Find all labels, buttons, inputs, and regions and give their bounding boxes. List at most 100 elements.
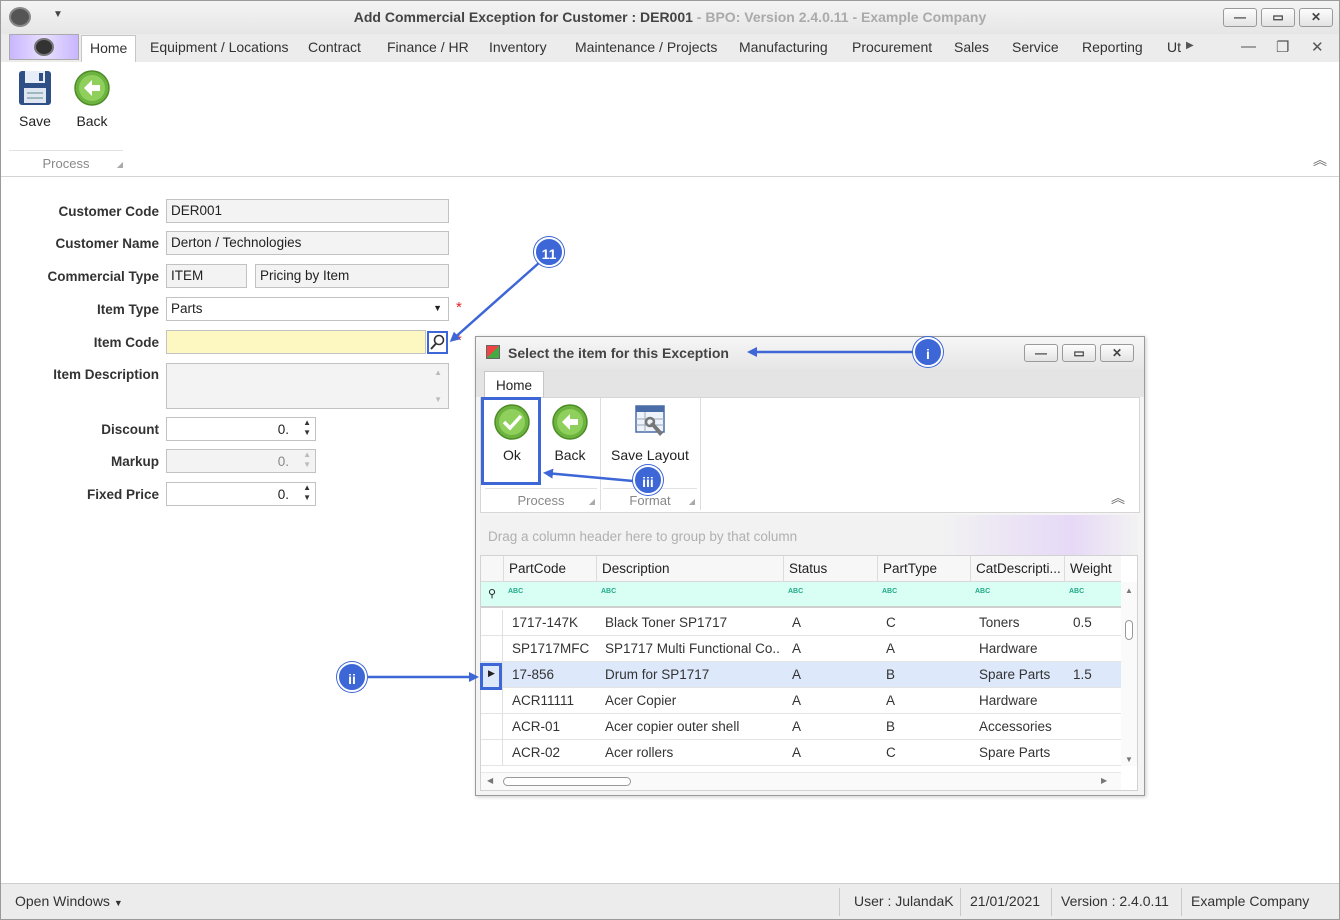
column-header-parttype[interactable]: PartType <box>877 556 971 582</box>
table-row-selected[interactable]: ▶ 17-856 Drum for SP1717 A B Spare Parts… <box>481 662 1121 688</box>
mdi-close-icon[interactable]: ✕ <box>1311 38 1324 56</box>
group-expander-icon[interactable]: ◢ <box>589 497 595 506</box>
status-version: Version : 2.4.0.11 <box>1061 893 1169 909</box>
tab-maintenance-projects[interactable]: Maintenance / Projects <box>575 39 717 55</box>
cell-catdescription: Accessories <box>979 719 1052 734</box>
group-expander-icon[interactable]: ◢ <box>117 160 123 169</box>
dialog-tab-home[interactable]: Home <box>484 371 545 398</box>
scroll-down-icon[interactable]: ▼ <box>1125 755 1133 764</box>
discount-label: Discount <box>101 422 159 437</box>
row-indicator[interactable] <box>481 636 503 662</box>
customer-name-field[interactable]: Derton / Technologies <box>166 231 449 255</box>
save-layout-button[interactable]: Save Layout <box>611 404 689 463</box>
item-type-label: Item Type <box>96 302 159 317</box>
discount-spinner[interactable]: 0. ▲ ▼ <box>166 417 316 441</box>
tab-sales[interactable]: Sales <box>954 39 989 55</box>
scroll-down-icon[interactable]: ▼ <box>434 395 442 404</box>
tab-inventory[interactable]: Inventory <box>489 39 547 55</box>
collapse-ribbon-icon[interactable]: ︽ <box>1313 150 1327 170</box>
cell-description: SP1717 Multi Functional Co... <box>605 641 780 656</box>
open-windows-button[interactable]: Open Windows ▼ <box>15 893 123 909</box>
spinner-arrows-icon[interactable]: ▲ ▼ <box>303 450 311 470</box>
close-button[interactable]: ✕ <box>1299 8 1333 27</box>
tab-service[interactable]: Service <box>1012 39 1059 55</box>
chevron-down-icon[interactable]: ▼ <box>433 303 442 313</box>
tab-utilities[interactable]: Ut <box>1167 39 1181 55</box>
dialog-maximize-button[interactable]: ▭ <box>1062 344 1096 362</box>
maximize-button[interactable]: ▭ <box>1261 8 1295 27</box>
scroll-left-icon[interactable]: ◀ <box>487 776 493 785</box>
tab-equipment-locations[interactable]: Equipment / Locations <box>150 39 289 55</box>
commercial-type-code-field[interactable]: ITEM <box>166 264 247 288</box>
filter-text-icon[interactable]: ABC <box>882 588 897 595</box>
cell-partcode: 1717-147K <box>512 615 579 630</box>
tab-contract[interactable]: Contract <box>308 39 361 55</box>
filter-text-icon[interactable]: ABC <box>1069 588 1084 595</box>
cell-description: Acer copier outer shell <box>605 719 740 734</box>
status-separator <box>1051 888 1052 916</box>
mdi-restore-icon[interactable]: ❐ <box>1276 38 1289 56</box>
fixed-price-spinner[interactable]: 0. ▲ ▼ <box>166 482 316 506</box>
tab-procurement[interactable]: Procurement <box>852 39 932 55</box>
table-row[interactable]: 1717-147K Black Toner SP1717 A C Toners … <box>481 610 1121 636</box>
item-code-input[interactable] <box>166 330 426 354</box>
row-indicator[interactable] <box>481 714 503 740</box>
save-button[interactable]: Save <box>15 70 55 129</box>
item-type-select[interactable]: Parts ▼ <box>166 297 449 321</box>
dialog-back-button[interactable]: Back <box>551 404 589 463</box>
item-type-required-marker: * <box>456 299 462 316</box>
table-row[interactable]: ACR11111 Acer Copier A A Hardware <box>481 688 1121 714</box>
group-by-panel[interactable]: Drag a column header here to group by th… <box>480 515 1138 555</box>
tab-home[interactable]: Home <box>81 35 137 62</box>
spinner-arrows-icon[interactable]: ▲ ▼ <box>303 483 311 503</box>
table-row[interactable]: ACR-02 Acer rollers A C Spare Parts <box>481 740 1121 766</box>
row-indicator[interactable] <box>481 610 503 636</box>
dialog-close-button[interactable]: ✕ <box>1100 344 1134 362</box>
scroll-up-icon[interactable]: ▲ <box>1125 586 1133 595</box>
mdi-minimize-icon[interactable]: — <box>1241 38 1256 55</box>
tab-scroll-right-icon[interactable]: ▶ <box>1186 40 1194 51</box>
title-bar: ▼ Add Commercial Exception for Customer … <box>1 1 1339 34</box>
group-expander-icon[interactable]: ◢ <box>689 497 695 506</box>
scroll-up-icon[interactable]: ▲ <box>434 368 442 377</box>
column-header-partcode[interactable]: PartCode <box>503 556 597 582</box>
item-code-lookup-button[interactable] <box>427 331 448 354</box>
collapse-ribbon-icon[interactable]: ︽ <box>1111 488 1125 508</box>
auto-filter-row[interactable]: ⚲ ABC ABC ABC ABC ABC ABC <box>481 582 1121 608</box>
column-header-description[interactable]: Description <box>596 556 784 582</box>
filter-text-icon[interactable]: ABC <box>508 588 523 595</box>
tab-manufacturing[interactable]: Manufacturing <box>739 39 828 55</box>
table-row[interactable]: ACR-01 Acer copier outer shell A B Acces… <box>481 714 1121 740</box>
column-header-weight[interactable]: Weight <box>1064 556 1121 582</box>
save-label: Save <box>19 113 51 129</box>
markup-spinner[interactable]: 0. ▲ ▼ <box>166 449 316 473</box>
tab-reporting[interactable]: Reporting <box>1082 39 1143 55</box>
row-indicator[interactable] <box>481 740 503 766</box>
customer-code-label: Customer Code <box>58 204 159 219</box>
scrollbar-thumb[interactable] <box>1125 620 1133 640</box>
dialog-minimize-button[interactable]: — <box>1024 344 1058 362</box>
horizontal-scrollbar[interactable]: ◀ ▶ <box>481 772 1121 790</box>
scroll-right-icon[interactable]: ▶ <box>1101 776 1107 785</box>
row-indicator[interactable] <box>481 688 503 714</box>
group-divider <box>700 398 701 510</box>
minimize-button[interactable]: — <box>1223 8 1257 27</box>
table-row[interactable]: SP1717MFC SP1717 Multi Functional Co... … <box>481 636 1121 662</box>
app-menu-button[interactable] <box>9 34 79 60</box>
column-header-status[interactable]: Status <box>783 556 877 582</box>
filter-text-icon[interactable]: ABC <box>601 588 616 595</box>
cell-parttype: C <box>886 615 896 630</box>
spinner-arrows-icon[interactable]: ▲ ▼ <box>303 418 311 438</box>
customer-code-field[interactable]: DER001 <box>166 199 449 223</box>
back-button[interactable]: Back <box>73 70 111 129</box>
filter-text-icon[interactable]: ABC <box>788 588 803 595</box>
tab-finance-hr[interactable]: Finance / HR <box>387 39 469 55</box>
step-badge-11: 11 <box>534 237 564 267</box>
item-description-field[interactable]: ▲ ▼ <box>166 363 449 409</box>
commercial-type-desc-field[interactable]: Pricing by Item <box>255 264 449 288</box>
vertical-scrollbar[interactable]: ▲ ▼ <box>1121 582 1137 766</box>
scrollbar-thumb[interactable] <box>503 777 631 786</box>
filter-text-icon[interactable]: ABC <box>975 588 990 595</box>
column-header-catdescription[interactable]: CatDescripti... <box>970 556 1064 582</box>
status-separator <box>1181 888 1182 916</box>
